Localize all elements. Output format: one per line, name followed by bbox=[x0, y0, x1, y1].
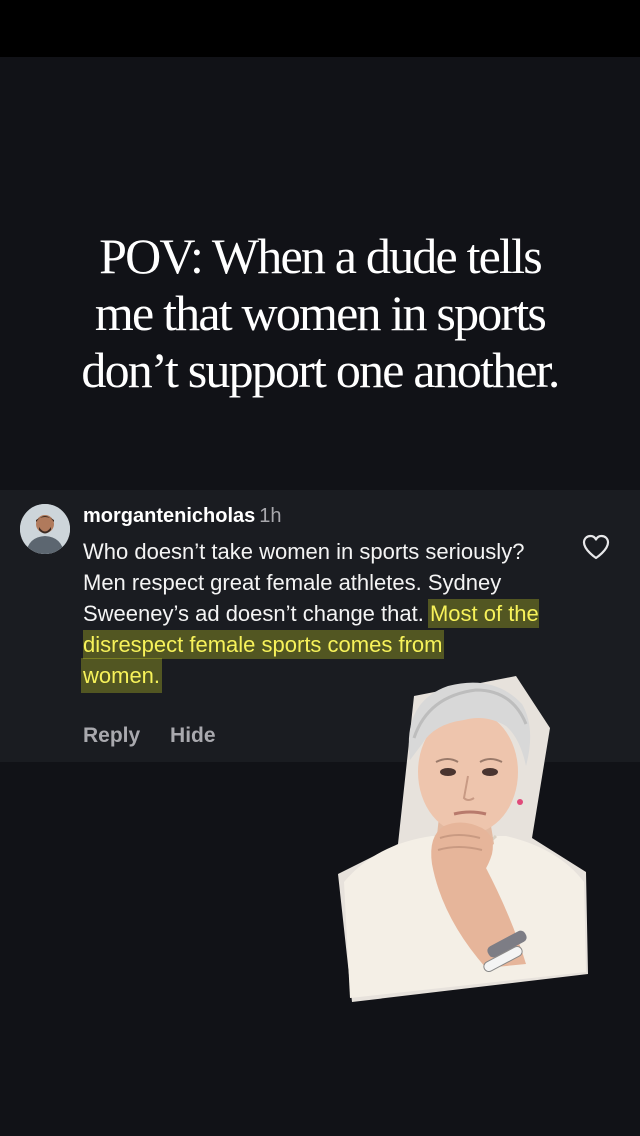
headline-line-1: POV: When a dude tells bbox=[99, 228, 543, 284]
avatar[interactable] bbox=[20, 504, 70, 554]
headline-overlay: POV: When a dude tells me that women in … bbox=[20, 228, 620, 399]
reply-button[interactable]: Reply bbox=[83, 724, 140, 747]
headline-line-2: me that women in sports bbox=[94, 285, 547, 341]
hide-button[interactable]: Hide bbox=[170, 724, 216, 747]
comment-text-highlight-end: women. bbox=[83, 660, 161, 691]
creator-cutout-image bbox=[336, 668, 592, 1004]
top-black-bar bbox=[0, 0, 640, 57]
headline-line-3: don’t support one another. bbox=[81, 342, 560, 398]
comment-timestamp: 1h bbox=[259, 505, 282, 527]
comment-header: morgantenicholas 1h bbox=[83, 504, 282, 528]
heart-outline-icon[interactable] bbox=[582, 534, 610, 560]
comment-actions: Reply Hide bbox=[83, 724, 240, 748]
comment-username[interactable]: morgantenicholas bbox=[83, 505, 255, 527]
